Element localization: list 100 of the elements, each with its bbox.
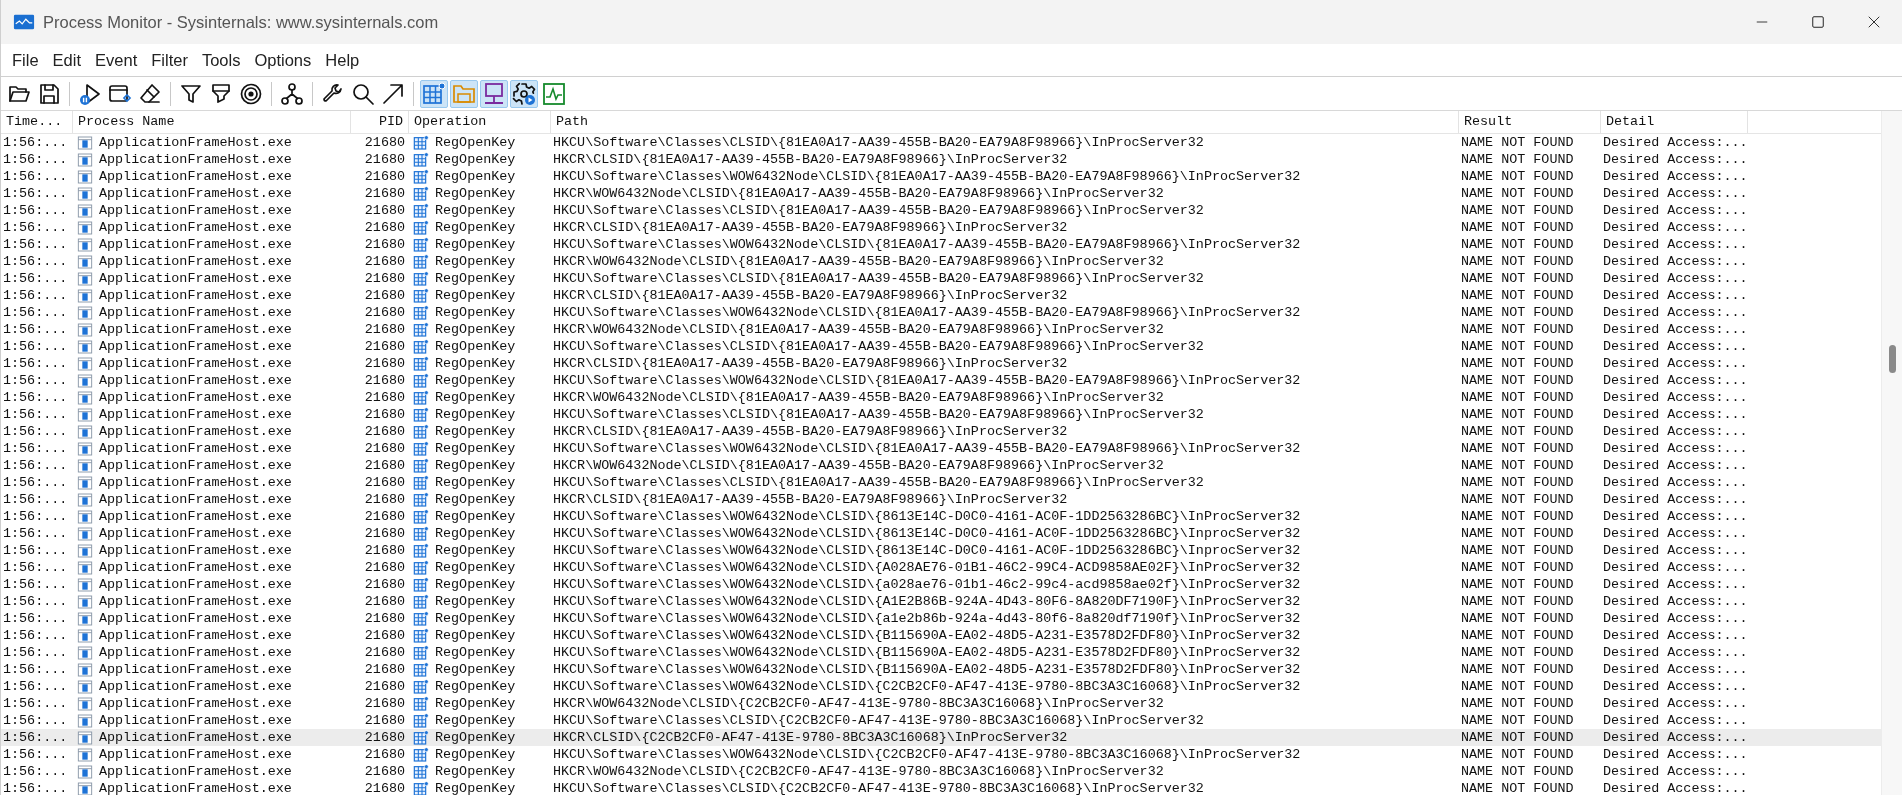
table-cell: RegOpenKey [435,593,516,610]
table-row[interactable]: 1:56:... ApplicationFrameHost.exe 21680 RegOpenKey HKCU\Software\Classes\WOW6432Node\CLSID\{a028ae76-01b1-46c2-99c4-acd9858ae02f}\InProcServer32 NAME NOT FOUND Desired Access:... [1,576,1881,593]
column-header[interactable]: Detail [1601,111,1748,133]
registry-button[interactable] [420,79,448,108]
search-icon[interactable] [351,81,375,106]
table-cell: RegOpenKey [435,287,516,304]
table-row[interactable]: 1:56:... ApplicationFrameHost.exe 21680 RegOpenKey HKCR\CLSID\{81EA0A17-AA39-455B-BA20-EA79A8F98966}\InProcServer32 NAME NOT FOUND Desired Access:... [1,423,1881,440]
table-row[interactable]: 1:56:... ApplicationFrameHost.exe 21680 RegOpenKey HKCU\Software\Classes\WOW6432Node\CLSID\{81EA0A17-AA39-455B-BA20-EA79A8F98966}\InProcServer32 NAME NOT FOUND Desired Access:... [1,440,1881,457]
table-cell: RegOpenKey [435,236,516,253]
table-row[interactable]: 1:56:... ApplicationFrameHost.exe 21680 RegOpenKey HKCU\Software\Classes\WOW6432Node\CLSID\{81EA0A17-AA39-455B-BA20-EA79A8F98966}\InProcServer32 NAME NOT FOUND Desired Access:... [1,304,1881,321]
table-cell: 21680 [364,219,405,236]
window-icon [77,304,93,321]
table-cell: 21680 [364,423,405,440]
table-cell: NAME NOT FOUND [1461,389,1574,406]
eraser-icon[interactable] [138,81,162,106]
play-pause-icon[interactable] [78,81,102,106]
table-cell: RegOpenKey [435,338,516,355]
menu-item[interactable]: Event [88,50,145,70]
menu-item[interactable]: Options [247,50,319,70]
column-header[interactable]: Time... [1,111,73,133]
table-row[interactable]: 1:56:... ApplicationFrameHost.exe 21680 RegOpenKey HKCR\WOW6432Node\CLSID\{81EA0A17-AA39-455B-BA20-EA79A8F98966}\InProcServer32 NAME NOT FOUND Desired Access:... [1,389,1881,406]
table-row[interactable]: 1:56:... ApplicationFrameHost.exe 21680 RegOpenKey HKCU\Software\Classes\CLSID\{C2CB2CF0-AF47-413E-9780-8BC3A3C16068}\InProcServer32 NAME NOT FOUND Desired Access:... [1,780,1881,795]
table-row[interactable]: 1:56:... ApplicationFrameHost.exe 21680 RegOpenKey HKCU\Software\Classes\CLSID\{81EA0A17-AA39-455B-BA20-EA79A8F98966}\InProcServer32 NAME NOT FOUND Desired Access:... [1,338,1881,355]
target-icon[interactable] [239,81,263,106]
table-row[interactable]: 1:56:... ApplicationFrameHost.exe 21680 RegOpenKey HKCR\CLSID\{C2CB2CF0-AF47-413E-9780-8BC3A3C16068}\InProcServer32 NAME NOT FOUND Desired Access:... [1,729,1881,746]
table-row[interactable]: 1:56:... ApplicationFrameHost.exe 21680 RegOpenKey HKCR\CLSID\{81EA0A17-AA39-455B-BA20-EA79A8F98966}\InProcServer32 NAME NOT FOUND Desired Access:... [1,491,1881,508]
save-icon[interactable] [37,81,61,106]
table-cell: ApplicationFrameHost.exe [99,644,292,661]
table-cell: ApplicationFrameHost.exe [99,780,292,795]
scrollbar-thumb[interactable] [1889,345,1896,373]
menu-item[interactable]: Help [318,50,367,70]
table-cell: Desired Access:... [1603,304,1748,321]
grid-icon [413,474,429,491]
arrow-icon[interactable] [381,81,405,106]
table-row[interactable]: 1:56:... ApplicationFrameHost.exe 21680 RegOpenKey HKCU\Software\Classes\WOW6432Node\CLSID\{A028AE76-01B1-46C2-99C4-ACD9858AE02F}\InProcServer32 NAME NOT FOUND Desired Access:... [1,559,1881,576]
table-row[interactable]: 1:56:... ApplicationFrameHost.exe 21680 RegOpenKey HKCU\Software\Classes\WOW6432Node\CLSID\{C2CB2CF0-AF47-413E-9780-8BC3A3C16068}\InProcServer32 NAME NOT FOUND Desired Access:... [1,746,1881,763]
column-header[interactable]: Process Name [73,111,351,133]
table-cell: 21680 [364,695,405,712]
table-cell: ApplicationFrameHost.exe [99,508,292,525]
process-button[interactable] [510,79,538,108]
table-row[interactable]: 1:56:... ApplicationFrameHost.exe 21680 RegOpenKey HKCR\WOW6432Node\CLSID\{C2CB2CF0-AF47-413E-9780-8BC3A3C16068}\InProcServer32 NAME NOT FOUND Desired Access:... [1,763,1881,780]
table-cell: 21680 [364,304,405,321]
table-row[interactable]: 1:56:... ApplicationFrameHost.exe 21680 RegOpenKey HKCU\Software\Classes\CLSID\{81EA0A17-AA39-455B-BA20-EA79A8F98966}\InProcServer32 NAME NOT FOUND Desired Access:... [1,406,1881,423]
table-cell: 21680 [364,287,405,304]
table-cell: NAME NOT FOUND [1461,644,1574,661]
table-row[interactable]: 1:56:... ApplicationFrameHost.exe 21680 RegOpenKey HKCU\Software\Classes\WOW6432Node\CLSID\{81EA0A17-AA39-455B-BA20-EA79A8F98966}\InProcServer32 NAME NOT FOUND Desired Access:... [1,236,1881,253]
table-row[interactable]: 1:56:... ApplicationFrameHost.exe 21680 RegOpenKey HKCU\Software\Classes\WOW6432Node\CLSID\{B115690A-EA02-48D5-A231-E3578D2FDF80}\InProcServer32 NAME NOT FOUND Desired Access:... [1,644,1881,661]
table-row[interactable]: 1:56:... ApplicationFrameHost.exe 21680 RegOpenKey HKCR\WOW6432Node\CLSID\{81EA0A17-AA39-455B-BA20-EA79A8F98966}\InProcServer32 NAME NOT FOUND Desired Access:... [1,457,1881,474]
table-cell: HKCU\Software\Classes\CLSID\{C2CB2CF0-AF47-413E-9780-8BC3A3C16068}\InProcServer32 [553,712,1204,729]
table-cell: NAME NOT FOUND [1461,712,1574,729]
table-cell: HKCU\Software\Classes\WOW6432Node\CLSID\{a1e2b86b-924a-4d43-80f6-8a820df7190f}\InProcServer32 [553,610,1301,627]
table-row[interactable]: 1:56:... ApplicationFrameHost.exe 21680 RegOpenKey HKCU\Software\Classes\WOW6432Node\CLSID\{8613E14C-D0C0-4161-AC0F-1DD2563286BC}\InprocServer32 NAME NOT FOUND Desired Access:... [1,542,1881,559]
table-cell: Desired Access:... [1603,559,1748,576]
menu-item[interactable]: Tools [194,50,248,70]
scrollbar[interactable] [1881,111,1902,795]
table-row[interactable]: 1:56:... ApplicationFrameHost.exe 21680 RegOpenKey HKCU\Software\Classes\WOW6432Node\CLSID\{a1e2b86b-924a-4d43-80f6-8a820df7190f}\InProcServer32 NAME NOT FOUND Desired Access:... [1,610,1881,627]
table-row[interactable]: 1:56:... ApplicationFrameHost.exe 21680 RegOpenKey HKCU\Software\Classes\WOW6432Node\CLSID\{81EA0A17-AA39-455B-BA20-EA79A8F98966}\InProcServer32 NAME NOT FOUND Desired Access:... [1,168,1881,185]
menu-item[interactable]: File [5,50,46,70]
table-row[interactable]: 1:56:... ApplicationFrameHost.exe 21680 RegOpenKey HKCR\CLSID\{81EA0A17-AA39-455B-BA20-EA79A8F98966}\InProcServer32 NAME NOT FOUND Desired Access:... [1,287,1881,304]
table-row[interactable]: 1:56:... ApplicationFrameHost.exe 21680 RegOpenKey HKCR\WOW6432Node\CLSID\{81EA0A17-AA39-455B-BA20-EA79A8F98966}\InProcServer32 NAME NOT FOUND Desired Access:... [1,185,1881,202]
table-cell: HKCU\Software\Classes\CLSID\{81EA0A17-AA39-455B-BA20-EA79A8F98966}\InProcServer32 [553,202,1204,219]
table-row[interactable]: 1:56:... ApplicationFrameHost.exe 21680 RegOpenKey HKCU\Software\Classes\WOW6432Node\CLSID\{A1E2B86B-924A-4D43-80F6-8A820DF7190F}\InProcServer32 NAME NOT FOUND Desired Access:... [1,593,1881,610]
window-icon [77,270,93,287]
column-header[interactable]: PID [351,111,409,133]
table-row[interactable]: 1:56:... ApplicationFrameHost.exe 21680 RegOpenKey HKCU\Software\Classes\WOW6432Node\CLSID\{8613E14C-D0C0-4161-AC0F-1DD2563286BC}\InProcServer32 NAME NOT FOUND Desired Access:... [1,508,1881,525]
table-row[interactable]: 1:56:... ApplicationFrameHost.exe 21680 RegOpenKey HKCU\Software\Classes\CLSID\{81EA0A17-AA39-455B-BA20-EA79A8F98966}\InProcServer32 NAME NOT FOUND Desired Access:... [1,202,1881,219]
highlighter-icon[interactable] [209,81,233,106]
table-cell: ApplicationFrameHost.exe [99,304,292,321]
table-cell: RegOpenKey [435,695,516,712]
column-header[interactable]: Path [551,111,1459,133]
table-cell: ApplicationFrameHost.exe [99,474,292,491]
table-row[interactable]: 1:56:... ApplicationFrameHost.exe 21680 RegOpenKey HKCU\Software\Classes\WOW6432Node\CLSID\{C2CB2CF0-AF47-413E-9780-8BC3A3C16068}\InProcServer32 NAME NOT FOUND Desired Access:... [1,678,1881,695]
table-row[interactable]: 1:56:... ApplicationFrameHost.exe 21680 RegOpenKey HKCU\Software\Classes\WOW6432Node\CLSID\{81EA0A17-AA39-455B-BA20-EA79A8F98966}\InProcServer32 NAME NOT FOUND Desired Access:... [1,372,1881,389]
table-row[interactable]: 1:56:... ApplicationFrameHost.exe 21680 RegOpenKey HKCU\Software\Classes\CLSID\{C2CB2CF0-AF47-413E-9780-8BC3A3C16068}\InProcServer32 NAME NOT FOUND Desired Access:... [1,712,1881,729]
menu-item[interactable]: Edit [45,50,89,70]
table-row[interactable]: 1:56:... ApplicationFrameHost.exe 21680 RegOpenKey HKCR\WOW6432Node\CLSID\{81EA0A17-AA39-455B-BA20-EA79A8F98966}\InProcServer32 NAME NOT FOUND Desired Access:... [1,321,1881,338]
column-header[interactable]: Operation [409,111,551,133]
table-cell: RegOpenKey [435,610,516,627]
table-row[interactable]: 1:56:... ApplicationFrameHost.exe 21680 RegOpenKey HKCR\CLSID\{81EA0A17-AA39-455B-BA20-EA79A8F98966}\InProcServer32 NAME NOT FOUND Desired Access:... [1,219,1881,236]
table-row[interactable]: 1:56:... ApplicationFrameHost.exe 21680 RegOpenKey HKCU\Software\Classes\CLSID\{81EA0A17-AA39-455B-BA20-EA79A8F98966}\InProcServer32 NAME NOT FOUND Desired Access:... [1,270,1881,287]
table-row[interactable]: 1:56:... ApplicationFrameHost.exe 21680 RegOpenKey HKCU\Software\Classes\WOW6432Node\CLSID\{B115690A-EA02-48D5-A231-E3578D2FDF80}\InProcServer32 NAME NOT FOUND Desired Access:... [1,661,1881,678]
table-cell: 1:56:... [3,270,68,287]
table-row[interactable]: 1:56:... ApplicationFrameHost.exe 21680 RegOpenKey HKCU\Software\Classes\CLSID\{81EA0A17-AA39-455B-BA20-EA79A8F98966}\InProcServer32 NAME NOT FOUND Desired Access:... [1,134,1881,151]
table-row[interactable]: 1:56:... ApplicationFrameHost.exe 21680 RegOpenKey HKCR\WOW6432Node\CLSID\{81EA0A17-AA39-455B-BA20-EA79A8F98966}\InProcServer32 NAME NOT FOUND Desired Access:... [1,253,1881,270]
table-row[interactable]: 1:56:... ApplicationFrameHost.exe 21680 RegOpenKey HKCR\WOW6432Node\CLSID\{C2CB2CF0-AF47-413E-9780-8BC3A3C16068}\InProcServer32 NAME NOT FOUND Desired Access:... [1,695,1881,712]
network-button[interactable] [480,79,508,108]
tree-icon[interactable] [280,81,304,106]
table-cell: 1:56:... [3,287,68,304]
table-row[interactable]: 1:56:... ApplicationFrameHost.exe 21680 RegOpenKey HKCU\Software\Classes\WOW6432Node\CLSID\{B115690A-EA02-48D5-A231-E3578D2FDF80}\InProcServer32 NAME NOT FOUND Desired Access:... [1,627,1881,644]
table-cell: ApplicationFrameHost.exe [99,185,292,202]
grid-icon [413,627,429,644]
column-header[interactable]: Result [1459,111,1601,133]
window-icon [77,661,93,678]
table-row[interactable]: 1:56:... ApplicationFrameHost.exe 21680 RegOpenKey HKCU\Software\Classes\WOW6432Node\CLSID\{8613E14C-D0C0-4161-AC0F-1DD2563286BC}\InprocServer32 NAME NOT FOUND Desired Access:... [1,525,1881,542]
table-cell: Desired Access:... [1603,729,1748,746]
table-row[interactable]: 1:56:... ApplicationFrameHost.exe 21680 RegOpenKey HKCU\Software\Classes\CLSID\{81EA0A17-AA39-455B-BA20-EA79A8F98966}\InProcServer32 NAME NOT FOUND Desired Access:... [1,474,1881,491]
menu-item[interactable]: Filter [144,50,195,70]
table-row[interactable]: 1:56:... ApplicationFrameHost.exe 21680 RegOpenKey HKCR\CLSID\{81EA0A17-AA39-455B-BA20-EA79A8F98966}\InProcServer32 NAME NOT FOUND Desired Access:... [1,355,1881,372]
table-row[interactable]: 1:56:... ApplicationFrameHost.exe 21680 RegOpenKey HKCR\CLSID\{81EA0A17-AA39-455B-BA20-EA79A8F98966}\InProcServer32 NAME NOT FOUND Desired Access:... [1,151,1881,168]
table-cell: 1:56:... [3,474,68,491]
